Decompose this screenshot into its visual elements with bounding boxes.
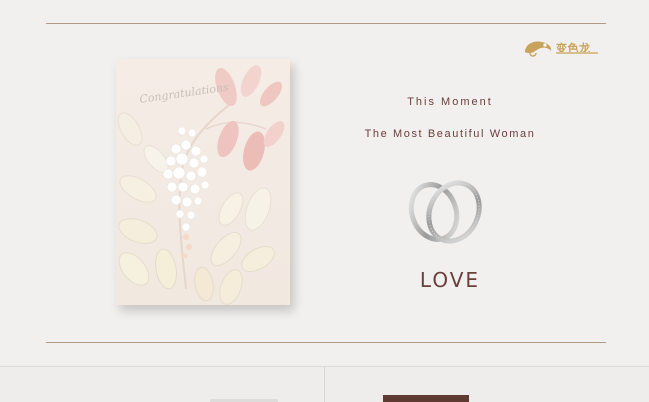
rings-icon <box>408 180 482 244</box>
top-divider <box>46 23 606 24</box>
bottom-divider <box>46 342 606 343</box>
love-text: LOVE <box>419 268 481 292</box>
slide: 变色龙 Congratulations This Moment The Most… <box>0 0 649 365</box>
logo-tagline-bar <box>556 52 598 54</box>
brand-logo: 变色龙 <box>522 38 591 58</box>
next-slide-preview <box>0 366 649 402</box>
headline: This Moment <box>407 96 493 108</box>
preview-thumbnail-right <box>383 395 469 402</box>
subheadline: The Most Beautiful Woman <box>364 128 536 140</box>
preview-column-divider <box>324 366 325 402</box>
chameleon-logo-icon <box>525 41 552 57</box>
greeting-card-image: Congratulations <box>116 59 290 305</box>
